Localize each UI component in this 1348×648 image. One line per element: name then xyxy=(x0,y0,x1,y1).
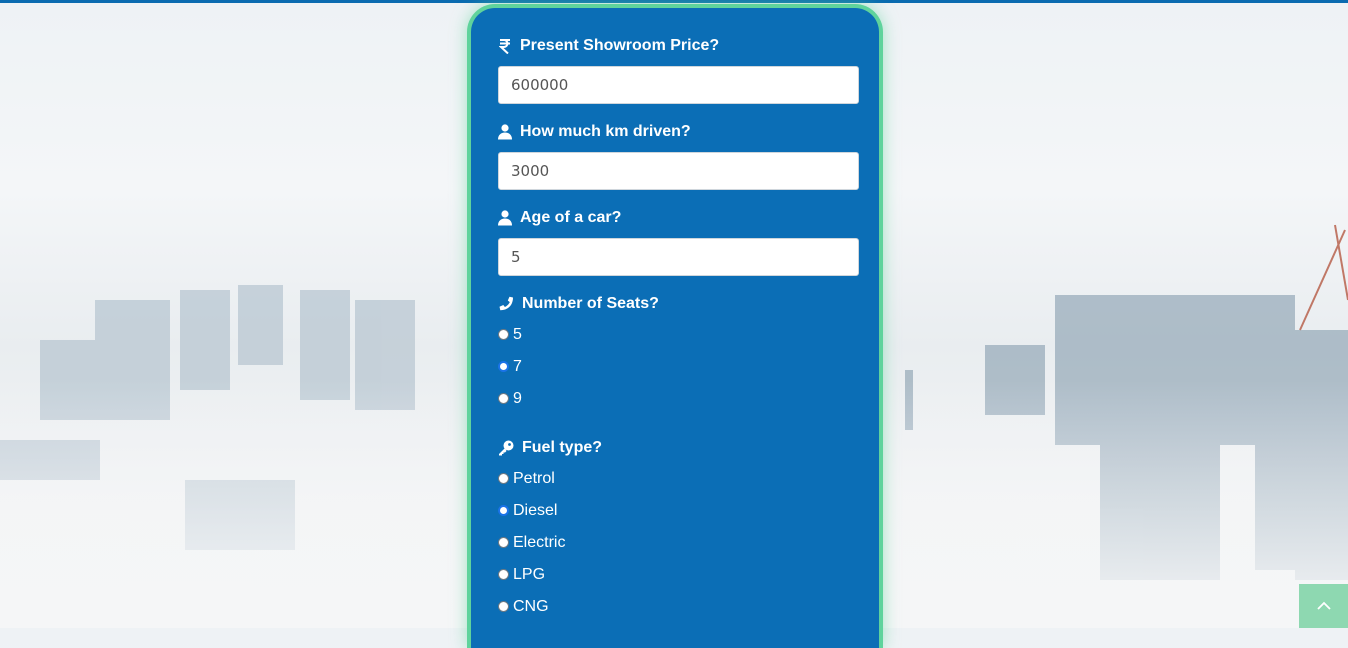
lpg-label: LPG xyxy=(513,566,546,583)
km-driven-label: How much km driven? xyxy=(498,121,691,143)
cng-label: CNG xyxy=(513,598,549,615)
fuel-option-cng[interactable]: CNG xyxy=(498,597,549,617)
petrol-radio[interactable] xyxy=(498,472,509,484)
scroll-to-top-button[interactable] xyxy=(1299,584,1348,628)
fuel-option-petrol[interactable]: Petrol xyxy=(498,469,555,489)
user-icon xyxy=(498,210,512,226)
seats-option-9[interactable]: 9 xyxy=(498,389,522,409)
electric-radio[interactable] xyxy=(498,536,509,548)
seats-label: Number of Seats? xyxy=(498,293,659,315)
seats-7-radio[interactable] xyxy=(498,360,509,372)
electric-label: Electric xyxy=(513,534,566,551)
showroom-price-input[interactable] xyxy=(498,66,859,104)
fuel-option-electric[interactable]: Electric xyxy=(498,533,565,553)
phone-icon xyxy=(498,296,514,312)
seats-9-radio[interactable] xyxy=(498,392,509,404)
fuel-option-diesel[interactable]: Diesel xyxy=(498,501,557,521)
cng-radio[interactable] xyxy=(498,600,509,612)
seats-option-5[interactable]: 5 xyxy=(498,325,522,345)
seats-option-7[interactable]: 7 xyxy=(498,357,522,377)
key-icon xyxy=(498,440,514,456)
price-label: Present Showroom Price? xyxy=(498,35,719,57)
fuel-type-label: Fuel type? xyxy=(498,437,602,459)
user-icon xyxy=(498,124,512,140)
lpg-radio[interactable] xyxy=(498,568,509,580)
car-age-label: Age of a car? xyxy=(498,207,621,229)
diesel-label: Diesel xyxy=(513,502,558,519)
seats-9-label: 9 xyxy=(513,390,522,407)
km-driven-input[interactable] xyxy=(498,152,859,190)
rupee-icon xyxy=(498,38,512,54)
fuel-option-lpg[interactable]: LPG xyxy=(498,565,545,585)
seats-5-label: 5 xyxy=(513,326,522,343)
seats-7-label: 7 xyxy=(513,358,522,375)
diesel-radio[interactable] xyxy=(498,504,509,516)
chevron-up-icon xyxy=(1316,597,1331,615)
petrol-label: Petrol xyxy=(513,470,555,487)
car-age-input[interactable] xyxy=(498,238,859,276)
car-price-form: Present Showroom Price? How much km driv… xyxy=(467,4,883,648)
seats-5-radio[interactable] xyxy=(498,328,509,340)
